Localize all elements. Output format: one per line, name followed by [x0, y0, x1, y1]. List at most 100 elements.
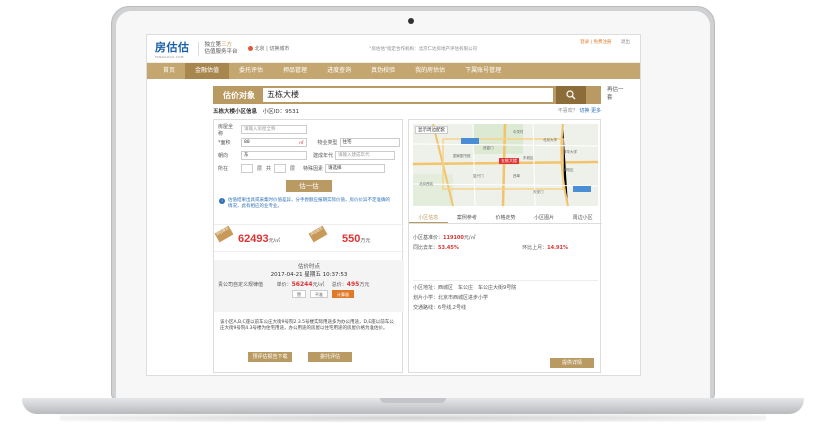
like-button[interactable]: 赞	[292, 290, 306, 298]
info-icon: i	[219, 198, 225, 204]
map-place-label: 朝阳区	[563, 168, 574, 172]
metro-value: 6号线,2号线	[438, 305, 466, 311]
switch-link[interactable]: 切换	[579, 108, 589, 114]
report-download-button[interactable]: 预评估报告下载	[248, 352, 292, 362]
total-price-tag: 评估总价	[308, 225, 328, 243]
feedback-buttons: 赞 不准 计算器	[214, 290, 404, 298]
calculator-button[interactable]: 计算器	[332, 290, 354, 298]
community-id-label: 小区ID：	[262, 109, 286, 115]
tab-photos[interactable]: 小区图片	[525, 212, 564, 223]
unit-price-tag: 评估单价	[214, 225, 234, 243]
map-marker[interactable]: 五栋大楼	[499, 158, 519, 164]
base-price-value: 119100	[443, 235, 464, 241]
community-address: 小区地址：西城区 车公庄 车公庄大街9号院 划片小学：北京市西城区进步小学 交通…	[413, 280, 598, 313]
build-year-input[interactable]: 请输入建成年代	[335, 151, 395, 160]
base-price-unit: 元/㎡	[463, 235, 476, 241]
form-row-area: *面积 88 ㎡ 物业类型 住宅	[214, 136, 402, 149]
floor-input[interactable]	[241, 164, 253, 173]
nav-item-subaccounts[interactable]: 下属账号管理	[455, 63, 511, 79]
form-row-house: 房屋全称 请输入房屋全称	[214, 123, 402, 137]
community-id-value: 9531	[285, 109, 300, 115]
community-info-line: 五栋大楼小区信息 小区ID：9531	[213, 107, 601, 117]
map-place-label: 清华大学	[563, 150, 577, 154]
map-layer-toggle[interactable]: 显示周边配套	[415, 126, 448, 134]
laptop-shadow	[60, 414, 766, 422]
map-place-label: 中关村	[513, 130, 524, 134]
city-selector[interactable]: 北京 | 切换城市	[247, 45, 289, 52]
slogan-text-a: 独立第	[204, 41, 222, 48]
logo-text: 房估估	[155, 41, 190, 54]
switch-links: 不喜欢？ 切换 更多	[558, 107, 601, 114]
mom-value: 14.91%	[547, 245, 568, 251]
logout-link[interactable]: 退出	[621, 40, 630, 45]
nav-item-progress[interactable]: 进度查询	[317, 63, 361, 79]
community-map[interactable]: 显示周边配套 五栋大楼 北京西站 西直门 中关村 北京大学 清华大学 国家图书馆…	[413, 124, 598, 206]
estimate-button[interactable]: 估一估	[286, 180, 332, 192]
estimate-time-label: 估价时点	[297, 264, 320, 270]
tab-price-trend[interactable]: 价格走势	[486, 212, 525, 223]
report-buttons: 预评估报告下载 委托评估	[248, 352, 352, 362]
property-type-select[interactable]: 住宅	[339, 138, 400, 147]
form-row-orientation: 朝向 东 建成年代 请输入建成年代	[214, 149, 402, 162]
top-links: 登录 | 免费注册 退出	[580, 39, 630, 45]
laptop-notch	[380, 398, 446, 403]
re-estimate-link[interactable]: 再估一套	[607, 86, 625, 102]
community-tabs: 小区信息 案例参考 价格走势 小区图片 周边小区	[409, 212, 602, 224]
floor-total-input[interactable]	[274, 164, 287, 173]
slogan-highlight: 三方	[221, 41, 233, 48]
map-place-label: 复兴门	[473, 174, 484, 178]
floor-total-label: 共	[266, 166, 272, 172]
map-place-label: 东城区	[523, 156, 534, 160]
yoy-value: 53.45%	[438, 245, 459, 251]
custom-unit-price: 56244	[291, 281, 313, 288]
metro-label: 交通路线：	[413, 305, 439, 311]
provide-details-button[interactable]: 提供详情	[550, 358, 594, 368]
search-input[interactable]: 五栋大楼	[263, 88, 553, 102]
nav-item-home[interactable]: 首页	[153, 63, 185, 79]
unit-price: 62493元/㎡	[238, 233, 280, 245]
custom-total-label: 总价：	[331, 282, 347, 288]
main-nav: 首页 金融估值 委托评估 押品管理 进度查询 真伪校验 我的房估估 下属账号管理	[147, 63, 640, 79]
slogan-line2: 估值服务平台	[204, 48, 238, 55]
nav-item-finance[interactable]: 金融估值	[185, 63, 230, 79]
yoy-label: 同比去年：	[413, 245, 439, 251]
more-link[interactable]: 更多	[591, 108, 601, 114]
estimate-panel: 房屋全称 请输入房屋全称 *面积 88 ㎡ 物业类型 住宅 朝向 东 建成年代 …	[213, 119, 404, 373]
location-pin-icon	[247, 46, 253, 51]
dislike-text: 不喜欢？	[557, 108, 578, 114]
estimate-detail-box: 估价时点 2017-04-21 星期五 10:37:53 贵公司自定义规律值 单…	[214, 260, 404, 312]
custom-total-unit: 万元	[359, 282, 370, 288]
unit-price-value: 62493	[238, 233, 269, 245]
map-place-label: 北京西站	[419, 182, 433, 186]
search-button[interactable]	[556, 86, 586, 104]
price-result: 评估单价 62493元/㎡ 评估总价 550万元	[214, 224, 404, 252]
nav-item-entrust[interactable]: 委托评估	[229, 63, 273, 79]
nav-item-collateral[interactable]: 押品管理	[273, 63, 317, 79]
dislike-button[interactable]: 不准	[310, 290, 328, 298]
map-place-label: 西单	[513, 174, 520, 178]
custom-value-row: 贵公司自定义规律值 单价：56244元/㎡ 总价：495万元	[214, 280, 404, 290]
site-logo[interactable]: 房估估 FANGGUGU.COM	[155, 39, 190, 59]
entrust-button[interactable]: 委托评估	[308, 352, 352, 362]
change-row: 同比去年：53.45% 环比上月：14.91%	[413, 243, 598, 253]
area-label: *面积	[218, 140, 231, 146]
area-input[interactable]: 88	[241, 138, 307, 147]
tab-cases[interactable]: 案例参考	[448, 212, 487, 223]
mom-label: 环比上月：	[522, 245, 548, 251]
special-factor-select[interactable]: 请选择	[325, 164, 386, 173]
area-unit: ㎡	[299, 140, 304, 146]
build-year-label: 建成年代	[313, 153, 334, 159]
nav-item-verify[interactable]: 真伪校验	[361, 63, 405, 79]
base-price-row: 小区基准价：119100元/㎡	[413, 233, 598, 243]
nav-item-mine[interactable]: 我的房估估	[405, 63, 455, 79]
floor-unit-b: 层	[290, 166, 296, 172]
tab-nearby[interactable]: 周边小区	[563, 212, 602, 223]
estimate-time-value: 2017-04-21 星期五 10:37:53	[270, 272, 348, 278]
orientation-select[interactable]: 东	[241, 151, 307, 160]
tab-community-info[interactable]: 小区信息	[409, 212, 448, 223]
base-price-label: 小区基准价：	[413, 235, 444, 241]
total-price: 550万元	[342, 233, 370, 245]
house-no-input[interactable]: 请输入房屋全称	[241, 125, 307, 134]
login-link[interactable]: 登录 | 免费注册	[580, 40, 611, 45]
map-place-label: 天安门	[533, 190, 544, 194]
